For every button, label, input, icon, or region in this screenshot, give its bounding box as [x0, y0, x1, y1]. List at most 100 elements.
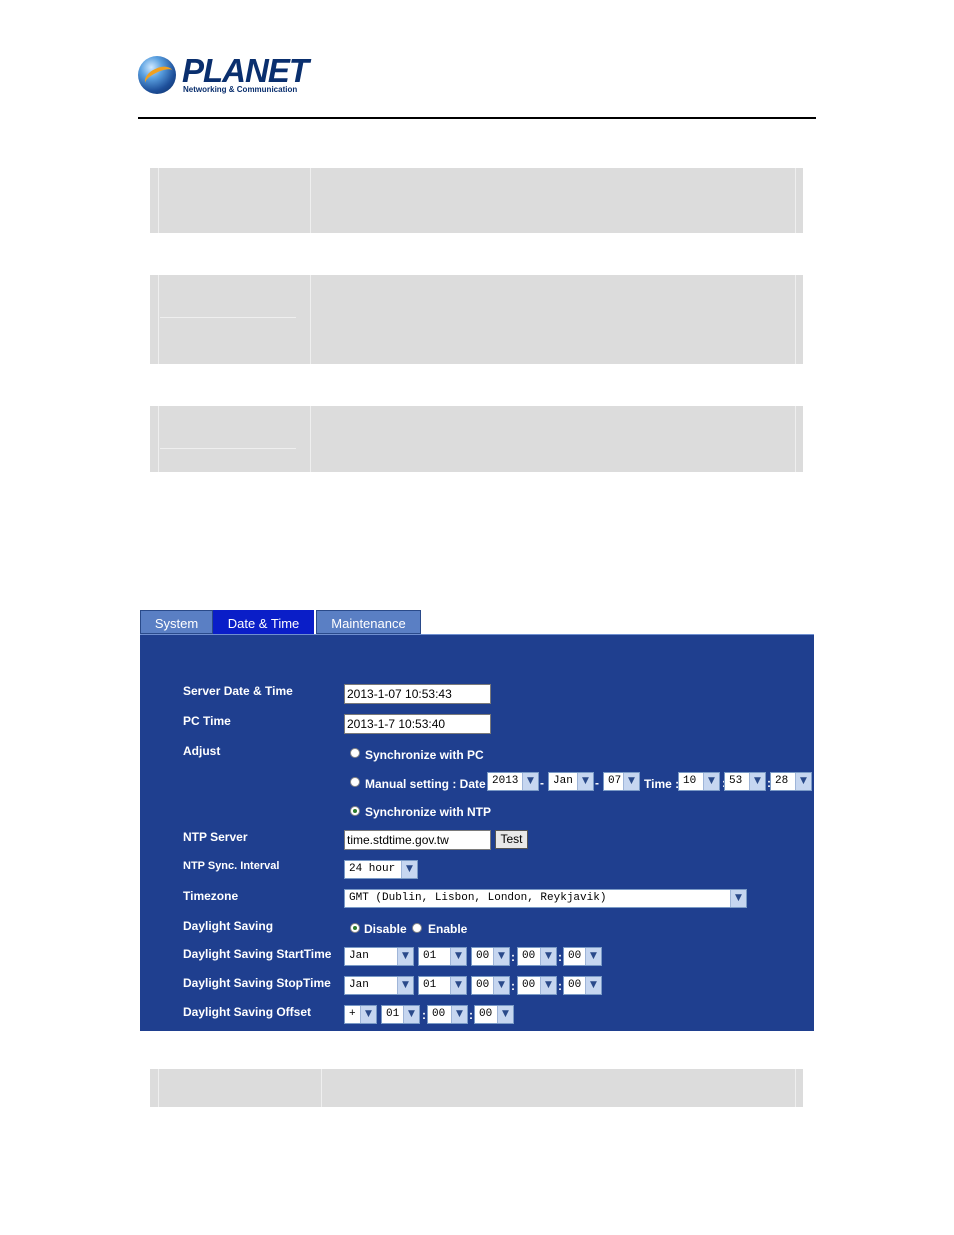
ntp-server-label: NTP Server: [183, 830, 248, 844]
time-separator: :: [469, 1008, 473, 1022]
sync-pc-label: Synchronize with PC: [365, 748, 484, 762]
manual-setting-radio[interactable]: [350, 777, 360, 787]
dst-start-minute-value: 00: [522, 950, 536, 962]
chevron-down-icon: ▼: [450, 948, 466, 965]
dst-start-hour-select[interactable]: 00 ▼: [471, 947, 510, 966]
chevron-down-icon: ▼: [623, 773, 639, 790]
dst-start-month-select[interactable]: Jan ▼: [344, 947, 414, 966]
brand-tagline: Networking & Communication: [183, 85, 298, 94]
dst-stop-second-value: 00: [568, 979, 582, 991]
pc-time-field[interactable]: 2013-1-7 10:53:40: [344, 714, 491, 734]
dst-offset-hour-value: 01: [386, 1008, 400, 1020]
test-button[interactable]: Test: [495, 830, 528, 849]
hour-value: 10: [683, 775, 697, 787]
chevron-down-icon: ▼: [585, 977, 601, 994]
dst-stop-label: Daylight Saving StopTime: [183, 976, 331, 990]
dst-stop-minute-select[interactable]: 00 ▼: [517, 976, 557, 995]
dst-stop-day-select[interactable]: 01 ▼: [418, 976, 467, 995]
planet-logo: PLANET Networking & Communication: [138, 52, 309, 98]
chevron-down-icon: ▼: [493, 948, 509, 965]
chevron-down-icon: ▼: [522, 773, 538, 790]
time-separator: :: [422, 1008, 426, 1022]
day-select[interactable]: 07 ▼: [603, 772, 640, 791]
dst-offset-second-select[interactable]: 00 ▼: [474, 1005, 514, 1024]
dst-disable-radio[interactable]: [350, 923, 360, 933]
chevron-down-icon: ▼: [360, 1006, 376, 1023]
dst-offset-hour-select[interactable]: 01 ▼: [381, 1005, 420, 1024]
chevron-down-icon: ▼: [795, 773, 811, 790]
chevron-down-icon: ▼: [577, 773, 593, 790]
hour-select[interactable]: 10 ▼: [678, 772, 720, 791]
dst-offset-minute-select[interactable]: 00 ▼: [427, 1005, 468, 1024]
pc-time-label: PC Time: [183, 714, 231, 728]
timezone-select[interactable]: GMT (Dublin, Lisbon, London, Reykjavik) ▼: [344, 889, 747, 908]
timezone-label: Timezone: [183, 889, 239, 903]
ntp-server-field[interactable]: time.stdtime.gov.tw: [344, 830, 491, 850]
header-divider: [138, 117, 816, 119]
chevron-down-icon: ▼: [401, 861, 417, 878]
ntp-interval-select[interactable]: 24 hour ▼: [344, 860, 418, 879]
time-separator: :: [558, 950, 562, 964]
dst-offset-sign-select[interactable]: + ▼: [344, 1005, 377, 1024]
dst-stop-minute-value: 00: [522, 979, 536, 991]
chevron-down-icon: ▼: [585, 948, 601, 965]
dst-start-second-select[interactable]: 00 ▼: [563, 947, 602, 966]
year-value: 2013: [492, 775, 519, 787]
chevron-down-icon: ▼: [540, 948, 556, 965]
month-select[interactable]: Jan ▼: [548, 772, 594, 791]
server-time-field[interactable]: 2013-1-07 10:53:43: [344, 684, 491, 704]
tab-system[interactable]: System: [140, 610, 213, 634]
server-time-label: Server Date & Time: [183, 684, 293, 698]
dst-stop-hour-select[interactable]: 00 ▼: [471, 976, 510, 995]
dst-offset-label: Daylight Saving Offset: [183, 1005, 312, 1019]
time-separator: :: [558, 979, 562, 993]
dst-offset-minute-value: 00: [432, 1008, 446, 1020]
time-separator: :: [511, 979, 515, 993]
daylight-saving-label: Daylight Saving: [183, 919, 274, 933]
dst-enable-radio[interactable]: [412, 923, 422, 933]
dst-offset-sign-value: +: [349, 1008, 356, 1020]
ntp-interval-value: 24 hour: [349, 863, 396, 875]
chevron-down-icon: ▼: [749, 773, 765, 790]
dst-start-month-value: Jan: [349, 950, 369, 962]
dst-start-second-value: 00: [568, 950, 582, 962]
chevron-down-icon: ▼: [397, 948, 413, 965]
second-select[interactable]: 28 ▼: [770, 772, 812, 791]
sync-ntp-label: Synchronize with NTP: [365, 805, 492, 819]
gray-table-4: [150, 1069, 803, 1107]
timezone-value: GMT (Dublin, Lisbon, London, Reykjavik): [349, 892, 607, 904]
dst-start-minute-select[interactable]: 00 ▼: [517, 947, 557, 966]
minute-value: 53: [729, 775, 743, 787]
chevron-down-icon: ▼: [403, 1006, 419, 1023]
time-label: Time :: [644, 777, 680, 791]
second-value: 28: [775, 775, 789, 787]
manual-setting-label: Manual setting : Date :: [365, 777, 494, 791]
chevron-down-icon: ▼: [730, 890, 746, 907]
month-value: Jan: [553, 775, 573, 787]
dst-stop-second-select[interactable]: 00 ▼: [563, 976, 602, 995]
dst-stop-day-value: 01: [423, 979, 437, 991]
ntp-interval-label: NTP Sync. Interval: [183, 860, 280, 872]
dst-start-day-value: 01: [423, 950, 437, 962]
year-select[interactable]: 2013 ▼: [487, 772, 539, 791]
sync-pc-radio[interactable]: [350, 748, 360, 758]
tab-date-time[interactable]: Date & Time: [213, 610, 314, 634]
gray-table-1: [150, 168, 803, 233]
dst-start-hour-value: 00: [476, 950, 490, 962]
dst-stop-month-select[interactable]: Jan ▼: [344, 976, 414, 995]
dst-disable-label: Disable: [364, 922, 407, 936]
tab-maintenance[interactable]: Maintenance: [316, 610, 421, 634]
chevron-down-icon: ▼: [703, 773, 719, 790]
dst-start-day-select[interactable]: 01 ▼: [418, 947, 467, 966]
chevron-down-icon: ▼: [450, 977, 466, 994]
dst-offset-second-value: 00: [479, 1008, 493, 1020]
adjust-label: Adjust: [183, 744, 221, 758]
date-separator: -: [595, 776, 599, 790]
date-time-panel: Server Date & Time 2013-1-07 10:53:43 PC…: [140, 634, 814, 1031]
chevron-down-icon: ▼: [451, 1006, 467, 1023]
dst-stop-month-value: Jan: [349, 979, 369, 991]
chevron-down-icon: ▼: [540, 977, 556, 994]
sync-ntp-radio[interactable]: [350, 806, 360, 816]
minute-select[interactable]: 53 ▼: [724, 772, 766, 791]
chevron-down-icon: ▼: [493, 977, 509, 994]
